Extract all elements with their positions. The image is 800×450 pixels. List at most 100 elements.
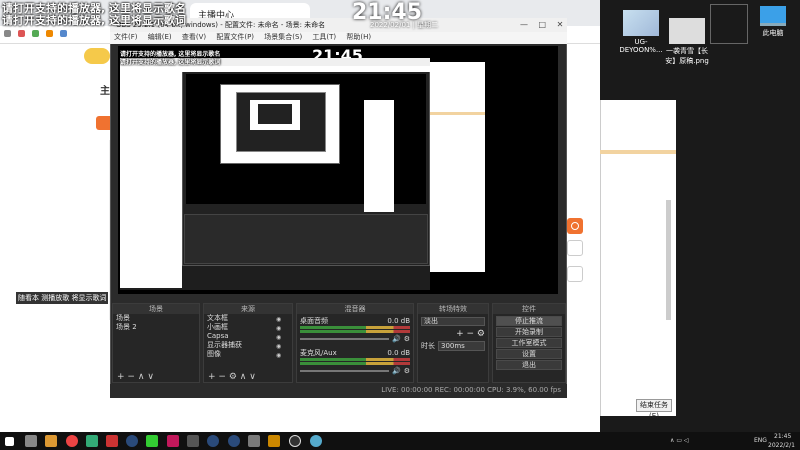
desktop-icon-png[interactable]: 一袭青雪【长安】原稿.png [664, 18, 710, 66]
tray-time[interactable]: 21:45 [774, 433, 791, 440]
transitions-dock-title: 转场特效 [418, 304, 488, 314]
image-file-icon [623, 10, 659, 36]
network-icon[interactable]: ▭ [676, 437, 684, 444]
obs-menu-bar: 文件(F) 编辑(E) 查看(V) 配置文件(P) 场景集合(S) 工具(T) … [110, 32, 567, 44]
eye-icon[interactable]: ◉ [276, 333, 290, 342]
right-app-scrollbar[interactable] [666, 200, 671, 320]
menu-view[interactable]: 查看(V) [182, 33, 206, 41]
controls-dock-title: 控件 [493, 304, 565, 314]
minimize-icon[interactable]: — [520, 20, 528, 29]
bookmark-icon[interactable] [45, 30, 53, 37]
desktop-icon-label: UG-DEYOON%... [619, 38, 663, 54]
nested-lyric-line: 请打开支持的播放器, 这里将显示歌词 [120, 59, 221, 66]
bookmark-icon[interactable] [59, 30, 67, 37]
controls-dock: 控件 停止推流 开始录制 工作室模式 设置 退出 [492, 303, 566, 383]
gear-icon[interactable]: ⚙ [404, 335, 410, 343]
eye-icon[interactable]: ◉ [276, 324, 290, 333]
maximize-icon[interactable]: □ [539, 20, 547, 29]
stop-streaming-button[interactable]: 停止推流 [496, 316, 562, 326]
desktop-icon-file[interactable]: UG-DEYOON%... [618, 10, 664, 54]
transition-select[interactable]: 淡出 [421, 317, 485, 326]
remove-scene-button[interactable]: − [127, 372, 135, 382]
wechat-icon[interactable] [146, 435, 158, 447]
gear-icon[interactable]: ⚙ [404, 367, 410, 375]
nested-capture-browser [120, 66, 182, 288]
menu-edit[interactable]: 编辑(E) [148, 33, 172, 41]
nested-docks [184, 214, 428, 264]
duration-input[interactable]: 300ms [438, 341, 485, 351]
computer-icon [760, 6, 786, 26]
mixer-track-db: 0.0 dB [387, 349, 410, 357]
menu-file[interactable]: 文件(F) [114, 33, 138, 41]
gear-icon[interactable]: ⚙ [229, 372, 237, 382]
steam-icon[interactable] [126, 435, 138, 447]
eye-icon[interactable]: ◉ [276, 315, 290, 324]
taskbar-icon[interactable] [187, 435, 199, 447]
add-source-button[interactable]: + [208, 372, 216, 382]
right-app-highlight [600, 150, 676, 154]
speaker-icon[interactable]: ◁ [684, 437, 689, 444]
gear-icon[interactable]: ⚙ [477, 329, 485, 339]
studio-mode-button[interactable]: 工作室模式 [496, 338, 562, 348]
taskbar-icon[interactable] [106, 435, 118, 447]
taskbar-icon[interactable] [25, 435, 37, 447]
desktop-icon-this-pc[interactable]: 此电脑 [750, 6, 796, 38]
speaker-icon[interactable]: 🔊 [392, 335, 401, 343]
lyric-line: 请打开支持的播放器, 这里将显示歌词 [2, 14, 187, 27]
steam-icon[interactable] [207, 435, 219, 447]
desktop-icon-selection[interactable] [710, 4, 748, 44]
taskbar-icon[interactable] [167, 435, 179, 447]
menu-tools[interactable]: 工具(T) [312, 33, 336, 41]
move-up-icon[interactable]: ∧ [240, 372, 247, 382]
windows-start-icon[interactable] [5, 437, 14, 446]
remove-source-button[interactable]: − [218, 372, 226, 382]
scenes-dock-title: 场景 [113, 304, 199, 314]
move-up-icon[interactable]: ∧ [138, 372, 145, 382]
add-scene-button[interactable]: + [117, 372, 125, 382]
chrome-icon[interactable] [66, 435, 78, 447]
obs-icon[interactable] [289, 435, 301, 447]
bookmark-icon[interactable] [4, 30, 11, 37]
nested-capture-side [364, 100, 394, 212]
float-refresh-button[interactable] [567, 266, 583, 282]
speaker-icon[interactable]: 🔊 [392, 367, 401, 375]
desktop-clock: 21:45 [352, 0, 423, 25]
scene-item[interactable]: 场景 2 [113, 323, 199, 332]
menu-scene-collection[interactable]: 场景集合(S) [264, 33, 302, 41]
taskbar-icon[interactable] [86, 435, 98, 447]
bookmark-icon[interactable] [17, 30, 25, 37]
move-down-icon[interactable]: ∨ [249, 372, 256, 382]
site-logo [84, 48, 110, 64]
move-down-icon[interactable]: ∨ [147, 372, 154, 382]
taskbar-icon[interactable] [45, 435, 57, 447]
source-visibility-icons: ◉ ◉ ◉ ◉ ◉ [276, 315, 290, 360]
window-controls: — □ ✕ [520, 20, 565, 30]
remove-transition-button[interactable]: − [467, 329, 475, 339]
steam-icon[interactable] [228, 435, 240, 447]
start-recording-button[interactable]: 开始录制 [496, 327, 562, 337]
float-play-button[interactable] [567, 218, 583, 234]
settings-button[interactable]: 设置 [496, 349, 562, 359]
tray-language[interactable]: ENG [754, 437, 767, 444]
close-icon[interactable]: ✕ [557, 20, 564, 29]
scene-item[interactable]: 场景 [113, 314, 199, 323]
eye-icon[interactable]: ◉ [276, 351, 290, 360]
mixer-dock: 混音器 桌面音频 0.0 dB 🔊 ⚙ 麦克风/Aux 0.0 dB 🔊 ⚙ [296, 303, 414, 383]
volume-slider[interactable] [300, 370, 389, 372]
taskbar-icon[interactable] [248, 435, 260, 447]
float-home-button[interactable] [567, 240, 583, 256]
menu-help[interactable]: 帮助(H) [346, 33, 371, 41]
add-transition-button[interactable]: + [456, 329, 464, 339]
desktop-icon-label: 一袭青雪【长安】原稿.png [665, 47, 709, 65]
taskbar-icon[interactable] [310, 435, 322, 447]
menu-profile[interactable]: 配置文件(P) [216, 33, 254, 41]
exit-button[interactable]: 退出 [496, 360, 562, 370]
vu-meter [300, 326, 410, 329]
eye-icon[interactable]: ◉ [276, 342, 290, 351]
bookmark-icon[interactable] [31, 30, 39, 37]
taskbar-icon[interactable] [268, 435, 280, 447]
end-task-button[interactable]: 结束任务(E) [636, 399, 672, 420]
tray-date[interactable]: 2022/2/1 [768, 442, 795, 449]
sources-dock-toolbar: + − ⚙ ∧ ∨ [204, 372, 292, 382]
volume-slider[interactable] [300, 338, 389, 340]
